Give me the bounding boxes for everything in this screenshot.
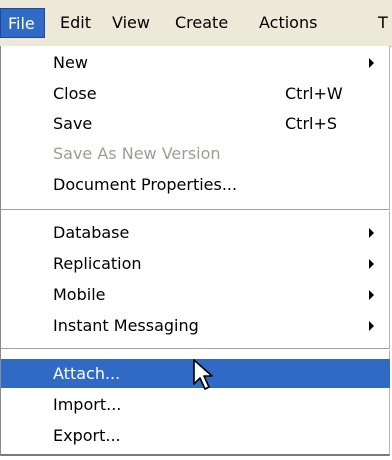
- file-menu: New Close Ctrl+W Save Ctrl+S Save As New…: [0, 46, 390, 456]
- menu-item-label: Replication: [53, 254, 142, 273]
- menu-item-export[interactable]: Export...: [1, 421, 390, 450]
- chevron-right-icon: [369, 58, 374, 68]
- menu-separator: [1, 209, 390, 211]
- menu-item-import[interactable]: Import...: [1, 390, 390, 419]
- menu-truncated[interactable]: T: [378, 8, 388, 38]
- menu-item-database[interactable]: Database: [1, 218, 390, 247]
- menu-item-label: New: [53, 53, 88, 72]
- menu-item-shortcut: Ctrl+W: [285, 84, 343, 103]
- menu-item-label: Attach...: [53, 364, 121, 383]
- menu-item-shortcut: Ctrl+S: [285, 114, 338, 133]
- menu-edit[interactable]: Edit: [60, 8, 91, 38]
- menu-item-mobile[interactable]: Mobile: [1, 280, 390, 309]
- menu-item-label: Document Properties...: [53, 175, 238, 194]
- chevron-right-icon: [369, 321, 374, 331]
- menu-separator: [1, 348, 390, 350]
- menu-view[interactable]: View: [112, 8, 150, 38]
- menu-actions[interactable]: Actions: [259, 8, 317, 38]
- menu-item-label: Save: [53, 114, 93, 133]
- menu-item-label: Save As New Version: [53, 144, 221, 163]
- menu-item-label: Database: [53, 223, 130, 242]
- menu-item-new[interactable]: New: [1, 48, 390, 77]
- menu-item-label: Import...: [53, 395, 122, 414]
- menu-item-instant-messaging[interactable]: Instant Messaging: [1, 311, 390, 340]
- menu-item-close[interactable]: Close Ctrl+W: [1, 79, 390, 108]
- menu-create[interactable]: Create: [175, 8, 228, 38]
- chevron-right-icon: [369, 290, 374, 300]
- chevron-right-icon: [369, 259, 374, 269]
- menu-bar: File Edit View Create Actions T: [0, 0, 392, 47]
- mouse-pointer-icon: [193, 359, 213, 390]
- menu-item-document-properties[interactable]: Document Properties...: [1, 170, 390, 199]
- chevron-right-icon: [369, 228, 374, 238]
- menu-file[interactable]: File: [0, 8, 45, 38]
- menu-item-label: Close: [53, 84, 97, 103]
- menu-item-save-as-new-version: Save As New Version: [1, 139, 390, 168]
- menu-item-label: Export...: [53, 426, 121, 445]
- menu-item-replication[interactable]: Replication: [1, 249, 390, 278]
- menu-item-label: Mobile: [53, 285, 106, 304]
- menu-item-label: Instant Messaging: [53, 316, 199, 335]
- menu-item-save[interactable]: Save Ctrl+S: [1, 109, 390, 138]
